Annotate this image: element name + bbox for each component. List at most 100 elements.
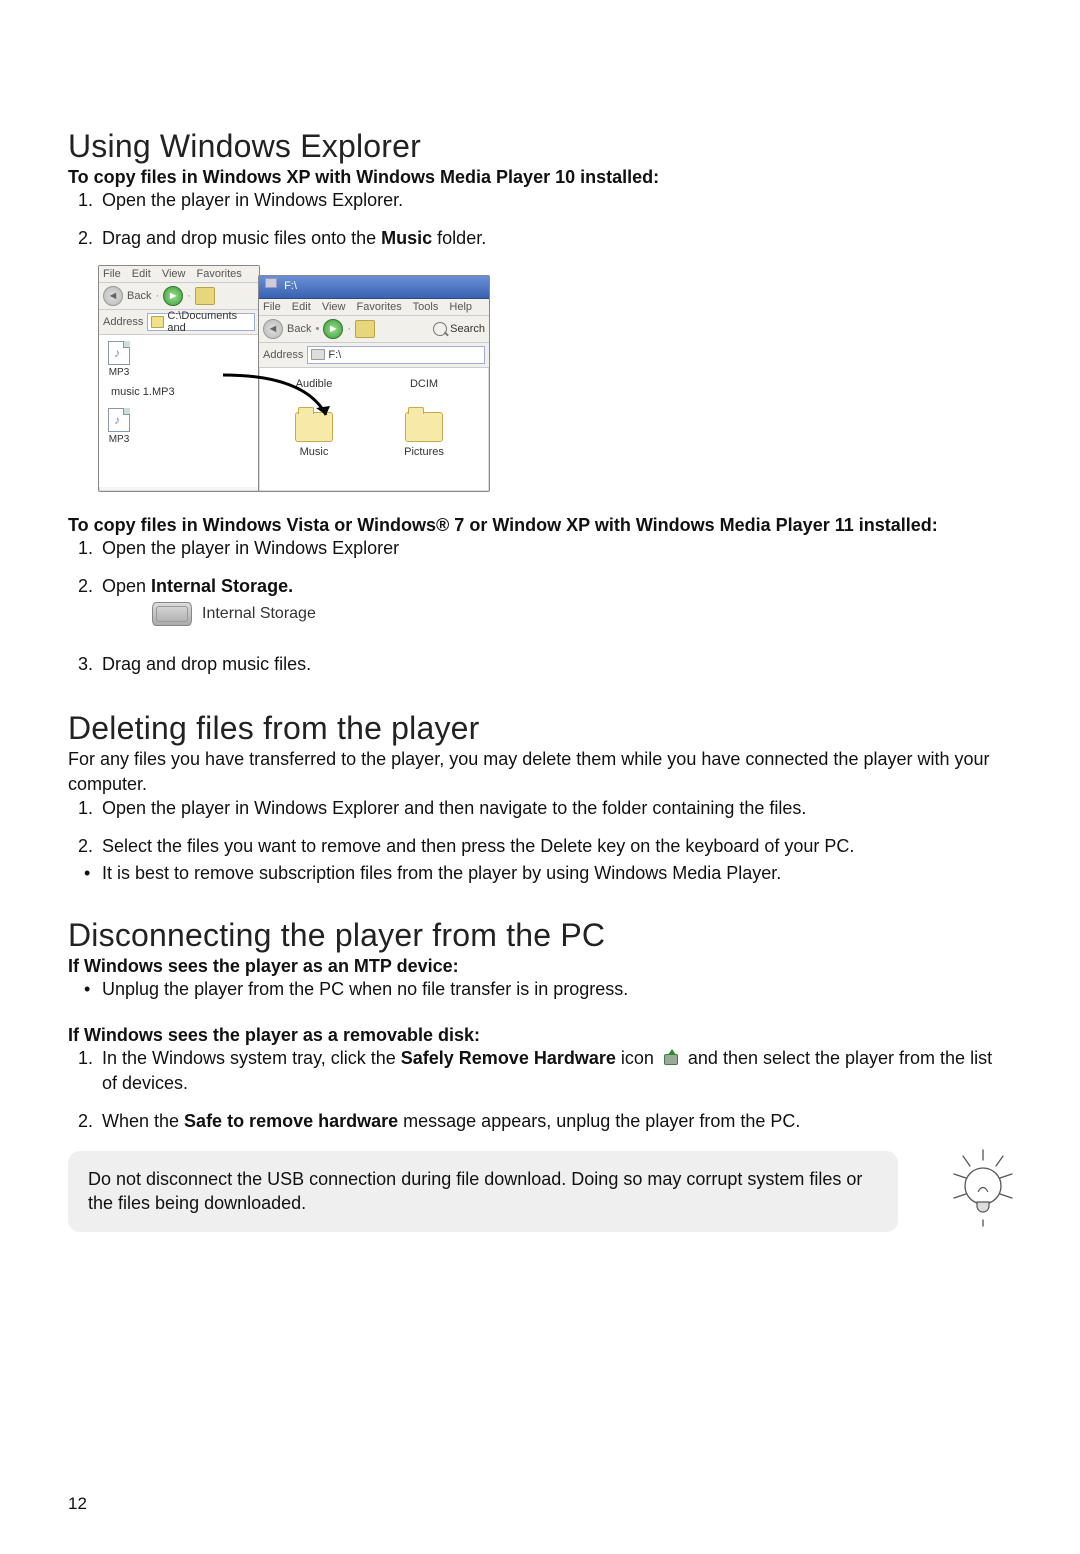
- address-label: Address: [263, 349, 303, 361]
- menu-file: File: [263, 301, 281, 313]
- bold: Internal Storage.: [151, 576, 293, 596]
- step: Open the player in Windows Explorer and …: [98, 796, 1012, 820]
- step: Open Internal Storage. Internal Storage: [98, 574, 1012, 626]
- menu-edit: Edit: [132, 268, 151, 280]
- internal-storage-graphic: Internal Storage: [152, 602, 1012, 626]
- deleting-intro: For any files you have transferred to th…: [68, 747, 1012, 796]
- address-bar: Address C:\Documents and: [99, 310, 259, 335]
- folder-icon: [295, 412, 333, 442]
- lead-vista-w7-wmp11: To copy files in Windows Vista or Window…: [68, 515, 1012, 536]
- text: Open: [102, 576, 151, 596]
- bold: Safely Remove Hardware: [401, 1048, 616, 1068]
- separator: ·: [187, 290, 191, 302]
- step: Open the player in Windows Explorer.: [98, 188, 1012, 212]
- address-label: Address: [103, 316, 143, 328]
- lead-removable-disk: If Windows sees the player as a removabl…: [68, 1025, 1012, 1046]
- back-label: Back: [287, 323, 311, 335]
- folder-music: Music: [269, 412, 359, 458]
- menu-tools: Tools: [413, 301, 439, 313]
- step: When the Safe to remove hardware message…: [98, 1109, 1012, 1133]
- address-field: C:\Documents and: [147, 313, 255, 331]
- address-bar: Address F:\: [259, 343, 489, 368]
- page-number: 12: [68, 1494, 87, 1514]
- lightbulb-icon: [948, 1148, 1018, 1228]
- music-note-icon: ♪: [114, 346, 120, 360]
- folder-label: Audible: [269, 378, 359, 390]
- drive-icon: [311, 349, 325, 360]
- file-mp3: ♪ MP3: [105, 341, 133, 378]
- folder-audible: Audible: [269, 374, 359, 390]
- folder-icon: [151, 316, 164, 328]
- text: When the: [102, 1111, 184, 1131]
- forward-icon: ►: [323, 319, 343, 339]
- menu-favorites: Favorites: [197, 268, 242, 280]
- search-button: Search: [433, 322, 485, 336]
- heading-deleting-files: Deleting files from the player: [68, 710, 1012, 747]
- folder-label: DCIM: [379, 378, 469, 390]
- menubar: File Edit View Favorites Tools Help: [259, 299, 489, 316]
- folder-label: Music: [269, 446, 359, 458]
- step: Open the player in Windows Explorer: [98, 536, 1012, 560]
- drive-icon: [265, 278, 277, 288]
- bullet: It is best to remove subscription files …: [98, 861, 1012, 885]
- bullet: Unplug the player from the PC when no fi…: [98, 977, 1012, 1001]
- mtp-bullets: Unplug the player from the PC when no fi…: [68, 977, 1012, 1001]
- separator: •: [315, 323, 319, 335]
- music-note-icon: ♪: [114, 413, 120, 427]
- folder-dcim: DCIM: [379, 374, 469, 390]
- steps-removable-disk: In the Windows system tray, click the Sa…: [68, 1046, 1012, 1133]
- menubar: File Edit View Favorites: [99, 266, 259, 283]
- window-title: F:\: [284, 280, 297, 292]
- steps-deleting: Open the player in Windows Explorer and …: [68, 796, 1012, 859]
- toolbar: ◄ Back · ► ·: [99, 283, 259, 310]
- step: Drag and drop music files onto the Music…: [98, 226, 1012, 250]
- file-name: music 1.MP3: [111, 386, 253, 398]
- search-label: Search: [450, 323, 485, 335]
- window-destination: F:\ File Edit View Favorites Tools Help …: [258, 275, 490, 492]
- menu-view: View: [162, 268, 186, 280]
- internal-storage-label: Internal Storage: [202, 603, 316, 625]
- heading-using-windows-explorer: Using Windows Explorer: [68, 128, 1012, 165]
- text: folder.: [432, 228, 486, 248]
- step: In the Windows system tray, click the Sa…: [98, 1046, 1012, 1095]
- separator: ·: [155, 290, 159, 302]
- folder-up-icon: [355, 320, 375, 338]
- steps-vista-w7-wmp11: Open the player in Windows Explorer Open…: [68, 536, 1012, 677]
- file-pane: ♪ MP3 music 1.MP3 ♪ MP3: [99, 335, 259, 487]
- toolbar: ◄ Back • ► · Search: [259, 316, 489, 343]
- back-icon: ◄: [103, 286, 123, 306]
- folder-pane: Audible DCIM Music Pictures: [259, 368, 489, 510]
- folder-up-icon: [195, 287, 215, 305]
- safely-remove-hardware-icon: [662, 1050, 680, 1066]
- warning-note: Do not disconnect the USB connection dur…: [68, 1151, 898, 1232]
- address-value: F:\: [328, 349, 341, 361]
- text: In the Windows system tray, click the: [102, 1048, 401, 1068]
- file-caption: MP3: [105, 434, 133, 445]
- step: Drag and drop music files.: [98, 652, 1012, 676]
- menu-view: View: [322, 301, 346, 313]
- menu-edit: Edit: [292, 301, 311, 313]
- drive-icon: [152, 602, 192, 626]
- steps-xp-wmp10: Open the player in Windows Explorer. Dra…: [68, 188, 1012, 251]
- back-icon: ◄: [263, 319, 283, 339]
- lead-mtp: If Windows sees the player as an MTP dev…: [68, 956, 1012, 977]
- deleting-notes: It is best to remove subscription files …: [68, 861, 1012, 885]
- titlebar: F:\: [259, 276, 489, 299]
- text: Drag and drop music files onto the: [102, 228, 381, 248]
- address-field: F:\: [307, 346, 485, 364]
- heading-disconnecting: Disconnecting the player from the PC: [68, 917, 1012, 954]
- separator: ·: [347, 323, 351, 335]
- bold: Safe to remove hardware: [184, 1111, 398, 1131]
- folder-pictures: Pictures: [379, 412, 469, 458]
- page: Using Windows Explorer To copy files in …: [0, 0, 1080, 1554]
- window-source: File Edit View Favorites ◄ Back · ► · Ad…: [98, 265, 260, 492]
- lead-xp-wmp10: To copy files in Windows XP with Windows…: [68, 167, 1012, 188]
- bold: Music: [381, 228, 432, 248]
- address-value: C:\Documents and: [167, 310, 251, 334]
- menu-help: Help: [449, 301, 472, 313]
- folder-label: Pictures: [379, 446, 469, 458]
- search-icon: [433, 322, 447, 336]
- file-caption: MP3: [105, 367, 133, 378]
- menu-favorites: Favorites: [357, 301, 402, 313]
- folder-icon: [405, 412, 443, 442]
